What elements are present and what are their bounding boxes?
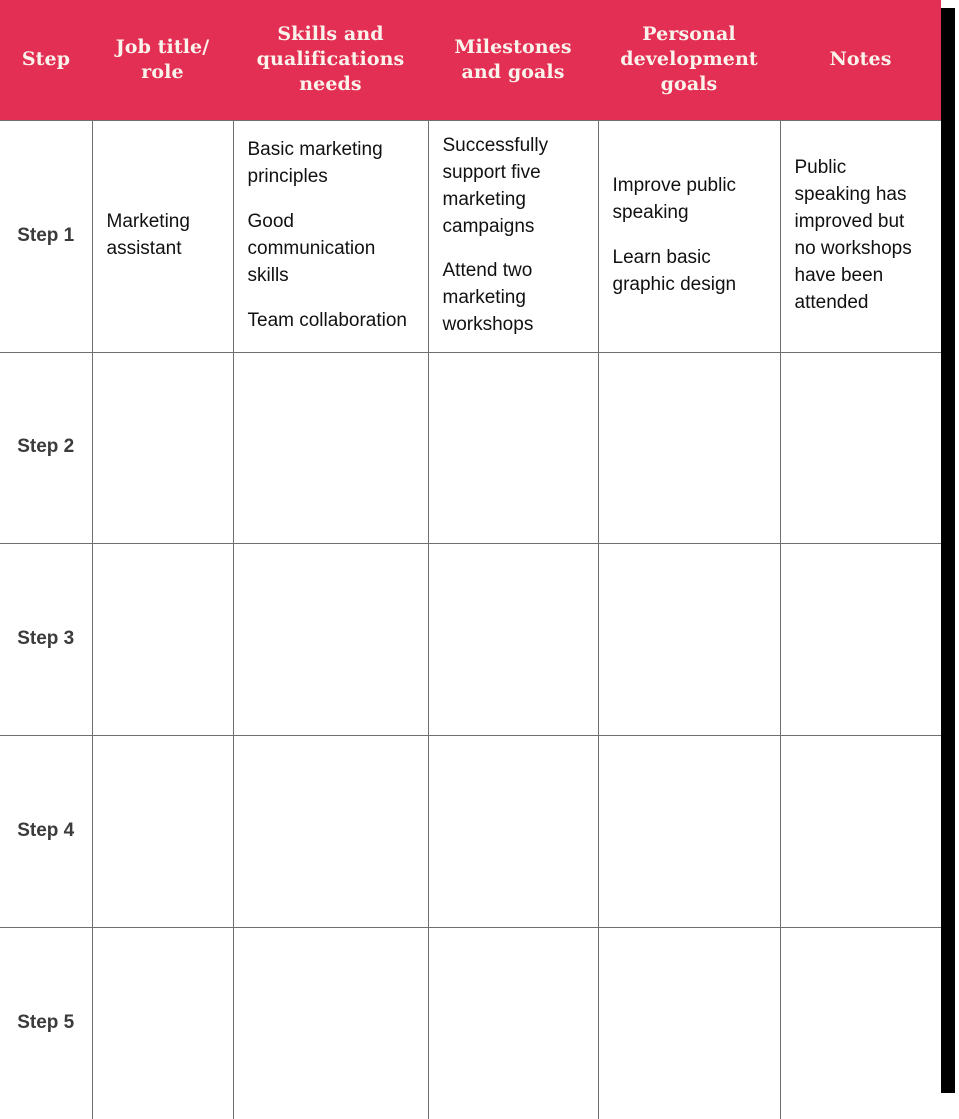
column-header-job-title: Job title/ role xyxy=(92,0,233,120)
cell-notes[interactable] xyxy=(779,735,941,928)
cell-milestones[interactable] xyxy=(427,351,599,545)
cell-personal-development[interactable] xyxy=(597,735,781,928)
table-row: Step 1 Marketing assistant Basic marketing… xyxy=(0,119,941,353)
cell-step-label: Step 1 xyxy=(0,119,93,353)
column-header-personal-line1: Personal xyxy=(642,23,736,46)
table-row: Step 5 xyxy=(0,926,941,1119)
cell-job-title[interactable] xyxy=(91,735,234,928)
cell-job-title[interactable] xyxy=(91,543,234,736)
cell-notes[interactable] xyxy=(779,543,941,736)
cell-paragraph: Public speaking has improved but no work… xyxy=(794,157,912,313)
column-header-job-title-line2: role xyxy=(141,60,184,83)
table-body: Step 1 Marketing assistant Basic marketing… xyxy=(0,119,941,1119)
cell-milestones[interactable] xyxy=(427,926,599,1119)
table-header-row: Step Job title/ role Skills and qualific… xyxy=(0,0,941,120)
column-header-personal-development: Personal development goals xyxy=(598,0,780,120)
cell-step-label: Step 5 xyxy=(0,926,93,1119)
cell-paragraph: Basic marketing principles xyxy=(247,139,383,188)
column-header-milestones-line1: Milestones xyxy=(454,35,572,58)
cell-milestones[interactable]: Successfully support five marketing camp… xyxy=(427,119,599,353)
table-header: Step Job title/ role Skills and qualific… xyxy=(0,0,941,120)
cell-skills[interactable]: Basic marketing principles Good communica… xyxy=(232,119,429,353)
cell-personal-development[interactable]: Improve public speaking Learn basic graph… xyxy=(597,119,781,353)
cell-job-title[interactable] xyxy=(91,351,234,545)
cell-notes[interactable]: Public speaking has improved but no work… xyxy=(779,119,941,353)
column-header-milestones: Milestones and goals xyxy=(428,0,598,120)
cell-job-title[interactable] xyxy=(91,926,234,1119)
cell-job-title[interactable]: Marketing assistant xyxy=(91,119,234,353)
cell-paragraph: Successfully support five marketing camp… xyxy=(442,134,549,237)
cell-notes[interactable] xyxy=(779,351,941,545)
table-row: Step 4 xyxy=(0,735,941,928)
column-header-step-label: Step xyxy=(21,48,71,71)
cell-personal-development[interactable] xyxy=(597,543,781,736)
career-progression-table-container: Step Job title/ role Skills and qualific… xyxy=(0,0,941,1119)
cell-step-label: Step 4 xyxy=(0,735,93,928)
column-header-skills-line1: Skills and xyxy=(277,23,384,46)
column-header-job-title-line1: Job title/ xyxy=(115,35,210,58)
column-header-notes: Notes xyxy=(780,0,941,120)
cell-skills[interactable] xyxy=(232,926,429,1119)
career-progression-table: Step Job title/ role Skills and qualific… xyxy=(0,0,941,1119)
column-header-skills: Skills and qualifications needs xyxy=(233,0,428,120)
column-header-skills-line3: needs xyxy=(299,73,362,96)
column-header-notes-label: Notes xyxy=(829,48,892,71)
cell-paragraph: Improve public speaking xyxy=(612,175,737,224)
cell-step-label: Step 2 xyxy=(0,351,93,545)
cell-personal-development[interactable] xyxy=(597,351,781,545)
column-header-personal-line2: development xyxy=(620,48,758,71)
cell-milestones[interactable] xyxy=(427,543,599,736)
cell-paragraph: Team collaboration xyxy=(247,309,407,331)
cell-milestones[interactable] xyxy=(427,735,599,928)
page-stage: Step Job title/ role Skills and qualific… xyxy=(0,0,959,1119)
cell-skills[interactable] xyxy=(232,543,429,736)
cell-paragraph: Attend two marketing workshops xyxy=(442,260,534,336)
cell-paragraph: Learn basic graphic design xyxy=(612,247,737,295)
table-row: Step 3 xyxy=(0,543,941,736)
table-row: Step 2 xyxy=(0,351,941,545)
cell-personal-development[interactable] xyxy=(597,926,781,1119)
column-header-personal-line3: goals xyxy=(660,73,718,96)
cell-paragraph: Good communication skills xyxy=(247,211,376,286)
cell-skills[interactable] xyxy=(232,351,429,545)
column-header-milestones-line2: and goals xyxy=(461,60,565,83)
cell-step-label: Step 3 xyxy=(0,543,93,736)
column-header-step: Step xyxy=(0,0,92,120)
cell-notes[interactable] xyxy=(779,926,941,1119)
column-header-skills-line2: qualifications xyxy=(256,48,405,71)
cell-skills[interactable] xyxy=(232,735,429,928)
